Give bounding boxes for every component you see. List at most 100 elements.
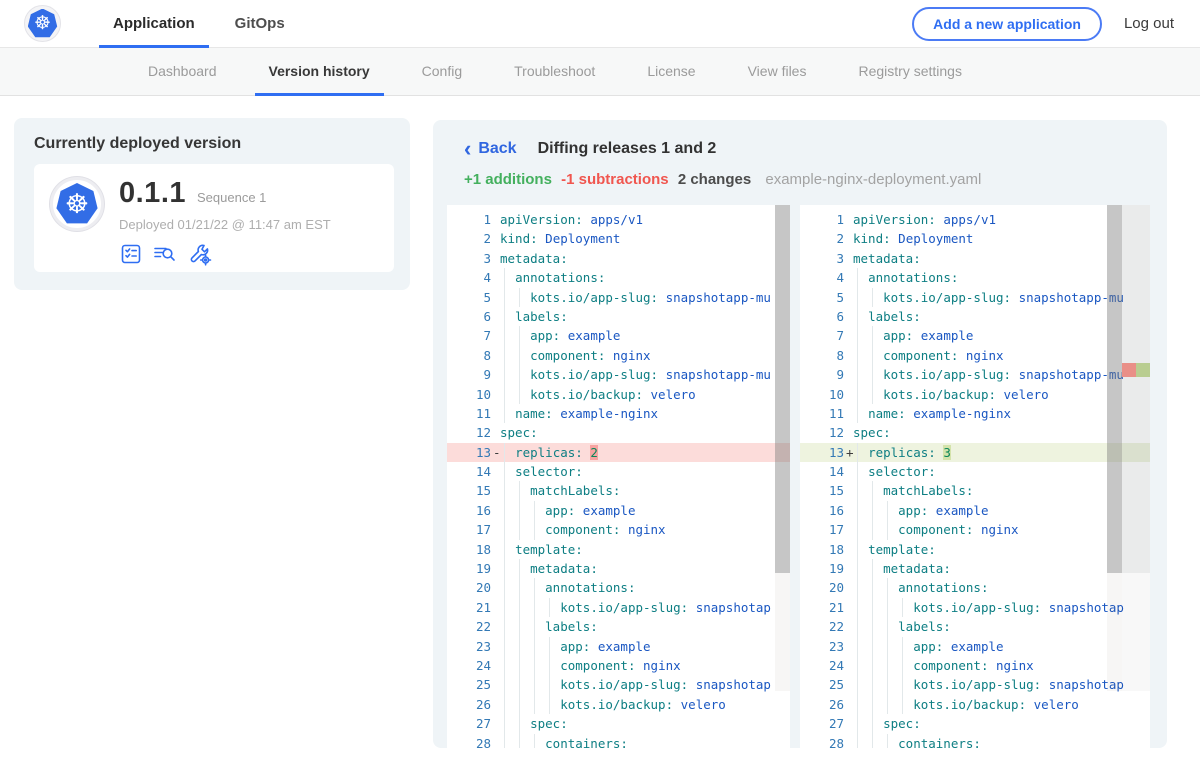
config-icon[interactable] [187, 241, 213, 267]
subtractions-count: -1 subtractions [561, 171, 669, 188]
top-navbar: ☸ Application GitOps Add a new applicati… [0, 0, 1200, 48]
diff-overview-ruler-track [1122, 573, 1150, 691]
code-line: 18 template: [800, 540, 1150, 559]
code-line: 14 selector: [447, 462, 790, 481]
code-line: 19 metadata: [800, 559, 1150, 578]
code-line: 14 selector: [800, 462, 1150, 481]
code-line: 17 component: nginx [447, 520, 790, 539]
code-line: 3metadata: [800, 249, 1150, 268]
code-line: 13+ replicas: 3 [800, 443, 1150, 462]
back-link[interactable]: ‹ Back [464, 140, 517, 158]
code-line: 15 matchLabels: [800, 481, 1150, 500]
subnav-tab-config[interactable]: Config [396, 48, 488, 95]
tab-application[interactable]: Application [93, 0, 215, 47]
subnav-tab-version-history[interactable]: Version history [243, 48, 396, 95]
subnav-tab-dashboard[interactable]: Dashboard [122, 48, 243, 95]
code-line: 25 kots.io/app-slug: snapshotap [800, 675, 1150, 694]
code-line: 10 kots.io/backup: velero [800, 385, 1150, 404]
code-line: 27 spec: [447, 714, 790, 733]
code-line: 23 app: example [800, 637, 1150, 656]
code-line: 17 component: nginx [800, 520, 1150, 539]
subnav-tab-troubleshoot[interactable]: Troubleshoot [488, 48, 621, 95]
ruler-addition-marker [1136, 363, 1150, 377]
code-line: 13- replicas: 2 [447, 443, 790, 462]
diff-filename: example-nginx-deployment.yaml [765, 171, 981, 188]
version-number: 0.1.1 [119, 177, 186, 210]
code-line: 6 labels: [800, 307, 1150, 326]
code-line: 15 matchLabels: [447, 481, 790, 500]
diff-title: Diffing releases 1 and 2 [538, 140, 717, 158]
code-line: 25 kots.io/app-slug: snapshotap [447, 675, 790, 694]
code-line: 23 app: example [447, 637, 790, 656]
checklist-icon[interactable] [119, 242, 143, 266]
code-line: 12spec: [800, 423, 1150, 442]
subnav-tab-license[interactable]: License [621, 48, 721, 95]
code-line: 26 kots.io/backup: velero [447, 695, 790, 714]
app-subnav: Dashboard Version history Config Trouble… [0, 48, 1200, 96]
code-line: 4 annotations: [447, 268, 790, 287]
deployed-timestamp: Deployed 01/21/22 @ 11:47 am EST [119, 217, 331, 232]
scrollbar-thumb[interactable] [775, 205, 790, 573]
diff-pane-original[interactable]: 1apiVersion: apps/v12kind: Deployment3me… [447, 205, 790, 748]
scrollbar-track [1107, 573, 1122, 691]
ruler-deletion-marker [1122, 363, 1136, 377]
code-line: 16 app: example [800, 501, 1150, 520]
diff-overview-ruler [1122, 205, 1150, 573]
sequence-label: Sequence 1 [197, 190, 266, 205]
diff-card: ‹ Back Diffing releases 1 and 2 +1 addit… [433, 120, 1167, 748]
code-line: 7 app: example [447, 326, 790, 345]
release-notes-icon[interactable] [152, 242, 178, 266]
code-lines-original: 1apiVersion: apps/v12kind: Deployment3me… [447, 205, 790, 748]
diff-pane-modified[interactable]: 1apiVersion: apps/v12kind: Deployment3me… [800, 205, 1150, 748]
code-line: 20 annotations: [447, 578, 790, 597]
code-line: 21 kots.io/app-slug: snapshotap [800, 598, 1150, 617]
code-line: 18 template: [447, 540, 790, 559]
code-line: 19 metadata: [447, 559, 790, 578]
subnav-tab-view-files[interactable]: View files [722, 48, 833, 95]
code-line: 6 labels: [447, 307, 790, 326]
code-line: 26 kots.io/backup: velero [800, 695, 1150, 714]
changes-count: 2 changes [678, 171, 751, 188]
code-line: 5 kots.io/app-slug: snapshotapp-mu [447, 288, 790, 307]
code-line: 5 kots.io/app-slug: snapshotapp-mu [800, 288, 1150, 307]
code-line: 3metadata: [447, 249, 790, 268]
code-line: 28 containers: [447, 734, 790, 748]
scrollbar-track [775, 573, 790, 691]
code-line: 11 name: example-nginx [800, 404, 1150, 423]
code-line: 12spec: [447, 423, 790, 442]
subnav-tab-registry-settings[interactable]: Registry settings [832, 48, 987, 95]
code-line: 8 component: nginx [800, 346, 1150, 365]
code-line: 8 component: nginx [447, 346, 790, 365]
additions-count: +1 additions [464, 171, 552, 188]
code-line: 2kind: Deployment [800, 229, 1150, 248]
code-line: 16 app: example [447, 501, 790, 520]
tab-gitops[interactable]: GitOps [215, 0, 305, 47]
deployed-version-title: Currently deployed version [14, 118, 410, 153]
add-application-button[interactable]: Add a new application [912, 7, 1102, 41]
code-line: 1apiVersion: apps/v1 [800, 210, 1150, 229]
code-line: 1apiVersion: apps/v1 [447, 210, 790, 229]
logout-link[interactable]: Log out [1124, 15, 1174, 32]
code-line: 9 kots.io/app-slug: snapshotapp-mu [800, 365, 1150, 384]
code-line: 24 component: nginx [447, 656, 790, 675]
code-line: 7 app: example [800, 326, 1150, 345]
code-line: 24 component: nginx [800, 656, 1150, 675]
main-content: Currently deployed version ☸ 0.1.1 Seque… [0, 96, 1200, 768]
code-lines-modified: 1apiVersion: apps/v12kind: Deployment3me… [800, 205, 1150, 748]
scrollbar-thumb[interactable] [1107, 205, 1122, 573]
code-line: 22 labels: [447, 617, 790, 636]
code-line: 22 labels: [800, 617, 1150, 636]
app-logo-icon: ☸ [50, 177, 104, 231]
code-line: 27 spec: [800, 714, 1150, 733]
deployed-version-detail: ☸ 0.1.1 Sequence 1 Deployed 01/21/22 @ 1… [34, 164, 394, 272]
code-line: 2kind: Deployment [447, 229, 790, 248]
code-line: 4 annotations: [800, 268, 1150, 287]
code-line: 21 kots.io/app-slug: snapshotap [447, 598, 790, 617]
code-line: 10 kots.io/backup: velero [447, 385, 790, 404]
diff-stats: +1 additions -1 subtractions 2 changes e… [433, 158, 1167, 188]
code-line: 28 containers: [800, 734, 1150, 748]
code-line: 9 kots.io/app-slug: snapshotapp-mu [447, 365, 790, 384]
kubernetes-logo-icon: ☸ [24, 5, 61, 42]
deployed-version-card: Currently deployed version ☸ 0.1.1 Seque… [14, 118, 410, 290]
code-line: 20 annotations: [800, 578, 1150, 597]
